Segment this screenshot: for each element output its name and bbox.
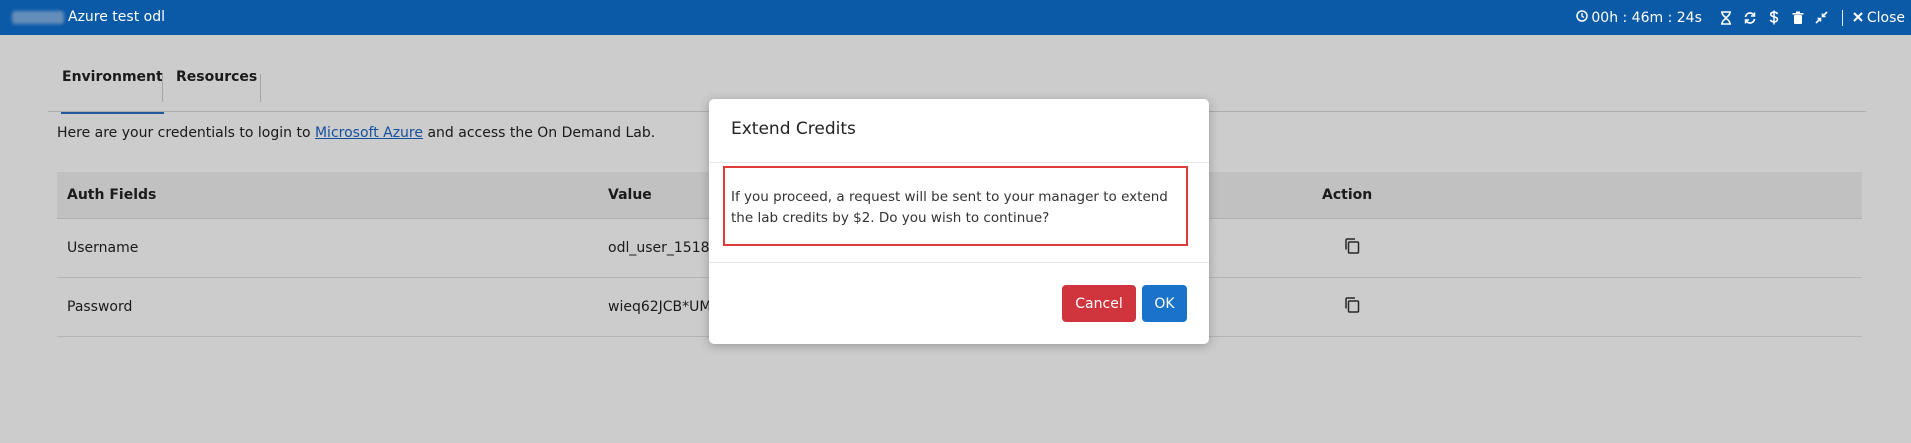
top-bar-actions: 00h : 46m : 24s Close	[1576, 0, 1905, 35]
extend-credits-dialog: Extend Credits If you proceed, a request…	[709, 99, 1209, 344]
minimize-icon[interactable]	[1812, 8, 1832, 28]
redacted-username	[12, 11, 64, 24]
clock-icon	[1576, 9, 1589, 26]
timer-text: 00h : 46m : 24s	[1591, 9, 1702, 26]
modal-header: Extend Credits	[709, 99, 1209, 163]
modal-title: Extend Credits	[731, 119, 856, 139]
ok-button[interactable]: OK	[1142, 285, 1187, 322]
cancel-button[interactable]: Cancel	[1062, 285, 1136, 322]
modal-message: If you proceed, a request will be sent t…	[731, 189, 1168, 226]
close-icon	[1853, 10, 1863, 26]
dollar-icon[interactable]	[1764, 8, 1784, 28]
close-button[interactable]: Close	[1853, 10, 1905, 26]
hourglass-icon[interactable]	[1716, 8, 1736, 28]
refresh-icon[interactable]	[1740, 8, 1760, 28]
app-title: Azure test odl	[68, 9, 165, 25]
close-label: Close	[1866, 9, 1905, 26]
top-bar: Azure test odl 00h : 46m : 24s Close	[0, 0, 1911, 35]
timer: 00h : 46m : 24s	[1576, 9, 1702, 26]
modal-body: If you proceed, a request will be sent t…	[709, 163, 1209, 263]
trash-icon[interactable]	[1788, 8, 1808, 28]
separator	[1841, 9, 1843, 26]
